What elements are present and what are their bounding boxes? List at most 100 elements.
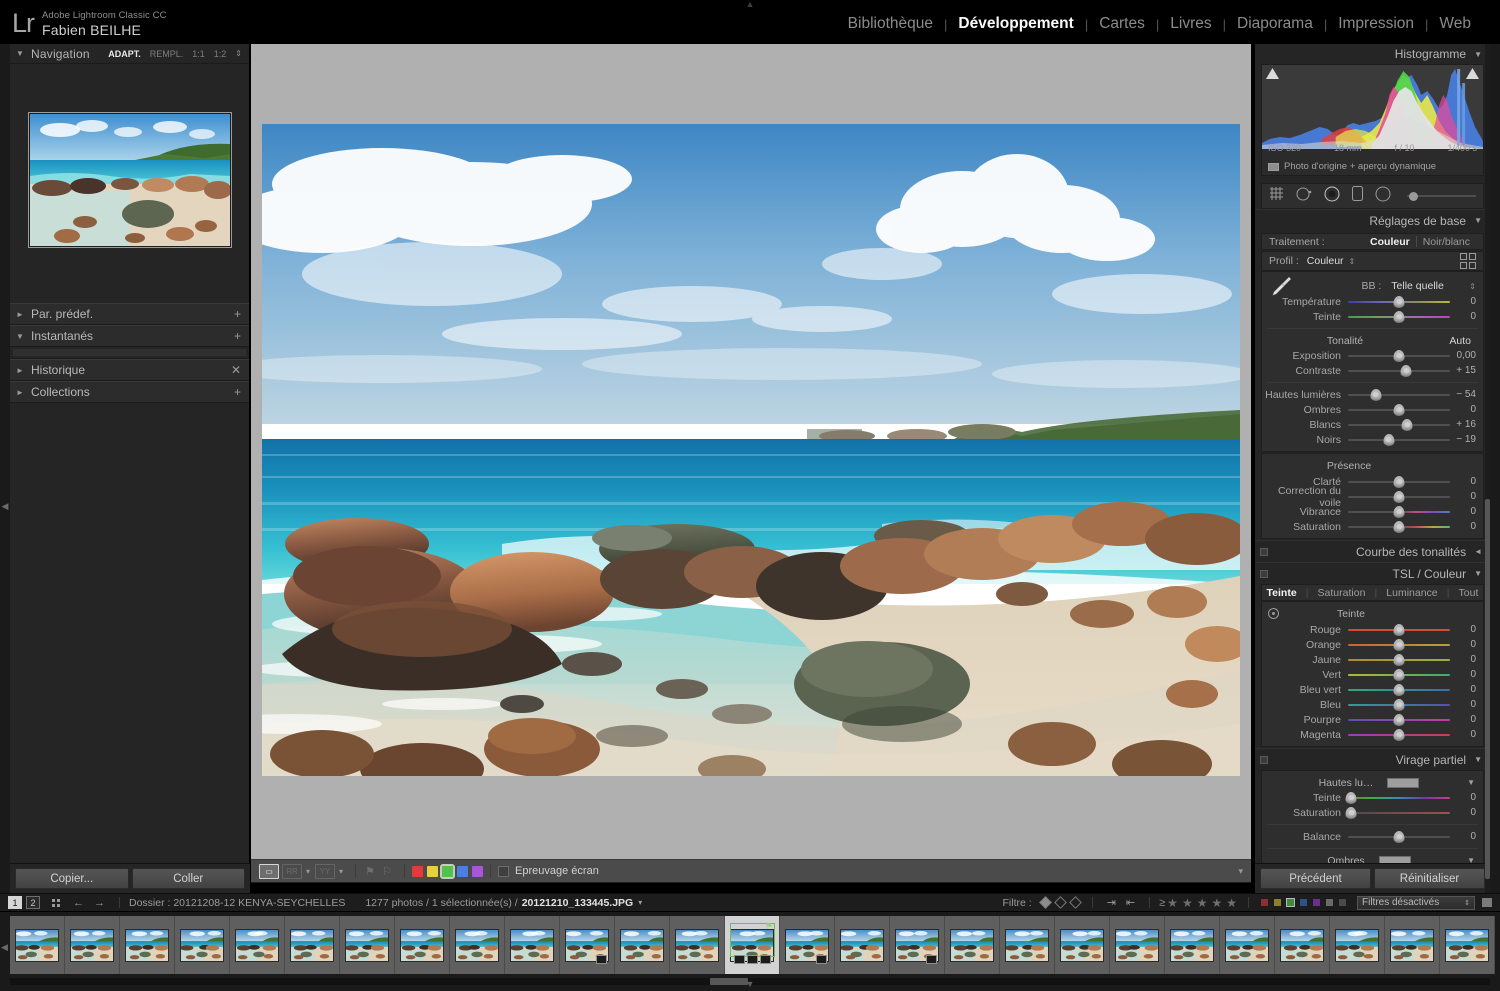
chevron-right-icon[interactable]: ► <box>16 388 24 397</box>
rating-star-3[interactable]: ★ <box>1197 896 1208 910</box>
filmstrip-thumbnail[interactable] <box>945 916 1000 974</box>
paste-button[interactable]: Coller <box>132 868 246 889</box>
main-photo-frame[interactable] <box>262 124 1240 776</box>
tool-slider-knob[interactable] <box>1409 192 1418 201</box>
clarity-slider[interactable] <box>1348 475 1450 489</box>
navigator-header[interactable]: ▼ Navigation ADAPT. REMPL. 1:1 1:2 ⇕ <box>10 44 249 64</box>
filmstrip-track[interactable]: ⚑ <box>10 914 1490 976</box>
zoom-fill[interactable]: REMPL. <box>150 49 184 59</box>
flag-reject-icon[interactable]: ⚐ <box>380 864 394 879</box>
chevron-down-icon[interactable]: ▼ <box>1474 755 1482 764</box>
graduated-filter-icon[interactable] <box>1352 186 1363 206</box>
module-diaporama[interactable]: Diaporama <box>1226 15 1324 33</box>
left-panel-edge[interactable]: ◀ <box>0 44 10 893</box>
filmstrip-thumbnail[interactable] <box>10 916 65 974</box>
red-eye-icon[interactable] <box>1324 186 1340 207</box>
hsl-rouge-knob[interactable] <box>1394 624 1405 636</box>
screen-2-button[interactable]: 2 <box>26 896 40 909</box>
flag-unflagged-icon[interactable] <box>1054 896 1067 909</box>
profile-stepper-icon[interactable]: ⇕ <box>1349 257 1356 266</box>
color-filter-custom[interactable] <box>1339 899 1346 906</box>
sidebar-item-history[interactable]: ► Historique ✕ <box>10 359 249 381</box>
clarity-knob[interactable] <box>1394 476 1405 488</box>
chevron-down-icon[interactable]: ▼ <box>16 332 24 341</box>
split-highlights-sat-slider[interactable] <box>1348 806 1450 820</box>
color-filter-red[interactable] <box>1261 899 1268 906</box>
color-filter-yellow[interactable] <box>1274 899 1281 906</box>
zoom-1-1[interactable]: 1:1 <box>192 49 205 59</box>
auto-tone-button[interactable]: Auto <box>1449 335 1471 347</box>
target-adjustment-tool-icon[interactable] <box>1268 608 1279 619</box>
basic-panel-header[interactable]: Réglages de base ▼ <box>1255 209 1490 231</box>
chevron-down-icon[interactable]: ▼ <box>1474 569 1482 578</box>
spot-removal-icon[interactable] <box>1296 186 1312 207</box>
contrast-slider[interactable] <box>1348 364 1450 378</box>
collections-add-icon[interactable]: + <box>234 385 241 399</box>
crop-overlay-icon[interactable] <box>1269 187 1284 206</box>
filmstrip-thumbnail[interactable] <box>1220 916 1275 974</box>
tab-tout[interactable]: Tout <box>1459 587 1479 599</box>
filmstrip-thumbnail[interactable] <box>1110 916 1165 974</box>
rating-star-1[interactable]: ★ <box>1167 896 1178 910</box>
filmstrip-thumbnail[interactable] <box>65 916 120 974</box>
white-balance-eyedropper-icon[interactable] <box>1270 274 1294 298</box>
filmstrip-thumbnail[interactable] <box>340 916 395 974</box>
hsl-magenta-knob[interactable] <box>1394 729 1405 741</box>
filename-dropdown-icon[interactable]: ▾ <box>638 898 642 907</box>
chevron-right-icon[interactable]: ► <box>16 310 24 319</box>
hsl-switch[interactable] <box>1260 570 1268 578</box>
tab-luminance[interactable]: Luminance <box>1386 587 1437 599</box>
filmstrip-collapse-icon[interactable]: ▼ <box>746 979 755 989</box>
history-clear-icon[interactable]: ✕ <box>231 363 241 377</box>
hsl-jaune-slider[interactable] <box>1348 653 1450 667</box>
reset-button[interactable]: Réinitialiser <box>1374 868 1485 889</box>
color-label-green[interactable] <box>442 866 453 877</box>
filmstrip-thumbnail[interactable] <box>1000 916 1055 974</box>
filter-preset-select[interactable]: Filtres désactivés ⇕ <box>1357 896 1475 910</box>
before-after-horizontal-icon[interactable]: RR <box>282 864 302 879</box>
hsl-pourpre-slider[interactable] <box>1348 713 1450 727</box>
chevron-down-icon[interactable]: ▼ <box>1474 50 1482 59</box>
filmstrip-thumbnail[interactable] <box>1165 916 1220 974</box>
module-impression[interactable]: Impression <box>1327 15 1425 33</box>
exposure-slider[interactable] <box>1348 349 1450 363</box>
filmstrip-thumbnail[interactable] <box>175 916 230 974</box>
loupe-view-icon[interactable]: ▭ <box>259 864 279 879</box>
split-balance-slider[interactable] <box>1348 830 1450 844</box>
split-highlights-color-swatch[interactable] <box>1387 778 1419 788</box>
filmstrip-thumbnail-selected[interactable]: ⚑ <box>725 916 780 974</box>
module-cartes[interactable]: Cartes <box>1088 15 1156 33</box>
hsl-panel-header[interactable]: TSL / Couleur ▼ <box>1255 562 1490 584</box>
dehaze-slider[interactable] <box>1348 490 1450 504</box>
chevron-down-icon[interactable]: ▾ <box>339 867 343 876</box>
sort-ascending-icon[interactable]: ⇥ <box>1107 896 1116 909</box>
hsl-orange-knob[interactable] <box>1394 639 1405 651</box>
flag-picked-icon[interactable] <box>1039 896 1052 909</box>
grid-view-icon[interactable] <box>52 899 60 907</box>
chevron-right-icon[interactable]: ► <box>16 366 24 375</box>
filmstrip-thumbnail[interactable] <box>615 916 670 974</box>
filmstrip-scroll-left-icon[interactable]: ◀ <box>1 942 8 953</box>
rating-star-4[interactable]: ★ <box>1211 896 1222 910</box>
color-filter-green[interactable] <box>1287 899 1294 906</box>
hsl-vert-slider[interactable] <box>1348 668 1450 682</box>
tone-curve-switch[interactable] <box>1260 548 1268 556</box>
screen-1-button[interactable]: 1 <box>8 896 22 909</box>
folder-path-label[interactable]: Dossier : 20121208-12 KENYA-SEYCHELLES <box>129 897 345 909</box>
before-after-vertical-icon[interactable]: YY <box>315 864 335 879</box>
rating-star-5[interactable]: ★ <box>1226 896 1237 910</box>
highlights-slider[interactable] <box>1348 388 1450 402</box>
soft-proof-checkbox[interactable] <box>498 866 509 877</box>
tab-saturation[interactable]: Saturation <box>1318 587 1366 599</box>
tint-knob[interactable] <box>1394 311 1405 323</box>
sidebar-item-presets[interactable]: ► Par. prédef. + <box>10 303 249 325</box>
color-filter-blue[interactable] <box>1300 899 1307 906</box>
saturation-knob[interactable] <box>1394 521 1405 533</box>
sidebar-item-snapshots[interactable]: ▼ Instantanés + <box>10 325 249 347</box>
module-web[interactable]: Web <box>1428 15 1482 33</box>
flag-pick-icon[interactable]: ⚑ <box>363 864 377 879</box>
split-highlights-hue-knob[interactable] <box>1346 792 1357 804</box>
tab-teinte[interactable]: Teinte <box>1267 587 1297 599</box>
filmstrip-thumbnail[interactable] <box>890 916 945 974</box>
module-developpement[interactable]: Développement <box>947 15 1084 33</box>
